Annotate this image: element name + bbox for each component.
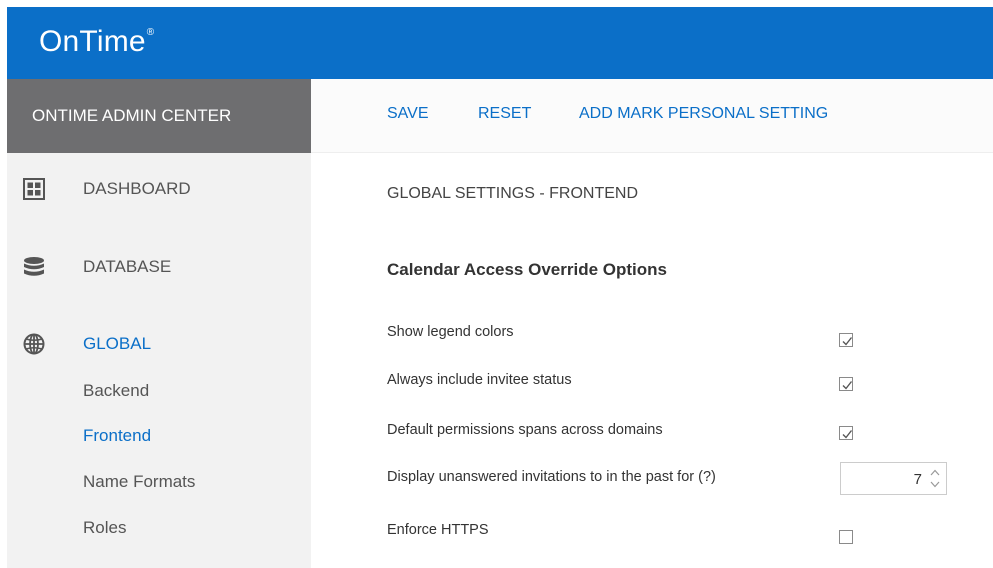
registered-mark: ® [146,27,155,38]
checkmark-icon [842,430,853,439]
database-icon [23,256,45,278]
setting-label-default-permissions-spans: Default permissions spans across domains [387,422,663,438]
sidebar-subitem-frontend[interactable]: Frontend [83,426,151,446]
section-title: Calendar Access Override Options [387,260,667,279]
sidebar-subitem-name-formats[interactable]: Name Formats [83,472,195,492]
chevron-up-icon[interactable] [929,468,941,477]
sidebar-item-label: GLOBAL [83,334,152,353]
setting-label-enforce-https: Enforce HTTPS [387,522,489,538]
toolbar: SAVE RESET ADD MARK PERSONAL SETTING [311,79,993,153]
unanswered-invitations-days-input[interactable]: 7 [840,462,947,495]
always-include-invitee-status-checkbox[interactable] [839,377,853,391]
save-button[interactable]: SAVE [387,105,429,123]
sidebar-header: ONTIME ADMIN CENTER [7,79,311,153]
checkmark-icon [842,381,853,390]
main-content: GLOBAL SETTINGS - FRONTEND Calendar Acce… [311,153,993,568]
grid-icon [23,178,45,200]
setting-label-display-unanswered-invitations: Display unanswered invitations to in the… [387,469,716,485]
checkmark-icon [842,337,853,346]
sidebar-item-global[interactable]: GLOBAL [7,324,311,364]
logo-text: OnTime [39,25,146,58]
input-value: 7 [913,471,922,488]
sidebar-subitem-roles[interactable]: Roles [83,518,126,538]
chevron-down-icon[interactable] [929,480,941,489]
default-permissions-spans-checkbox[interactable] [839,426,853,440]
page-title: GLOBAL SETTINGS - FRONTEND [387,185,638,202]
sidebar: ONTIME ADMIN CENTER DASHBOARD DATABASE G… [7,79,311,568]
sidebar-subitem-backend[interactable]: Backend [83,381,149,401]
sidebar-item-label: DASHBOARD [83,179,191,198]
enforce-https-checkbox[interactable] [839,530,853,544]
sidebar-item-label: DATABASE [83,257,172,276]
add-mark-personal-setting-button[interactable]: ADD MARK PERSONAL SETTING [579,105,828,123]
setting-label-always-include-invitee-status: Always include invitee status [387,372,572,388]
setting-label-show-legend-colors: Show legend colors [387,324,514,340]
globe-icon [23,333,45,355]
sidebar-item-database[interactable]: DATABASE [7,247,311,287]
top-bar: OnTime® [7,7,993,79]
sidebar-item-dashboard[interactable]: DASHBOARD [7,169,311,209]
show-legend-colors-checkbox[interactable] [839,333,853,347]
app-logo[interactable]: OnTime® [39,25,154,59]
reset-button[interactable]: RESET [478,105,531,123]
